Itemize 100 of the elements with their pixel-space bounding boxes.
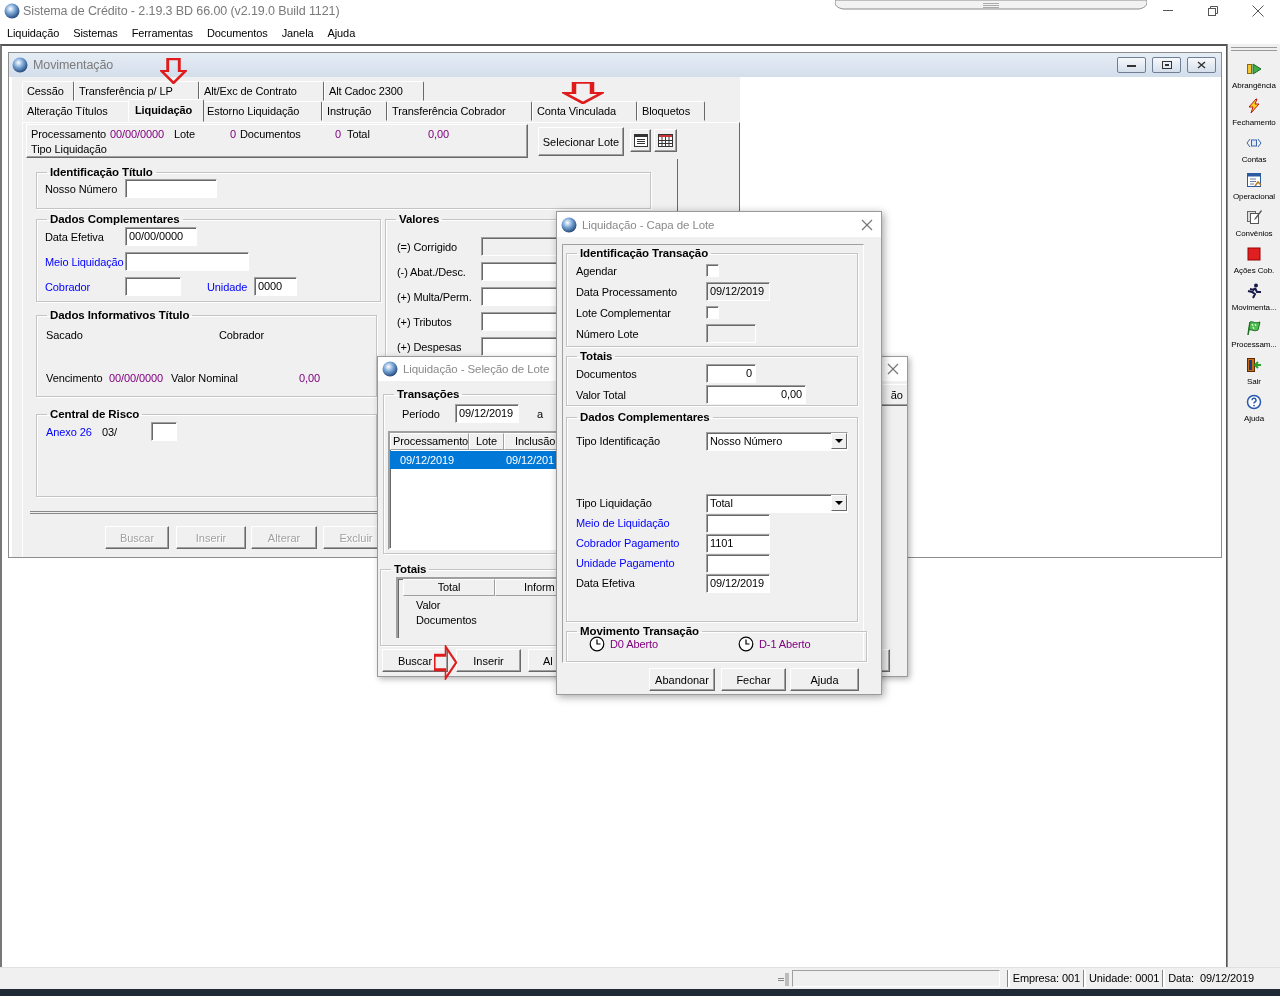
column-header[interactable]: Processamento	[390, 433, 469, 450]
text-field[interactable]	[125, 277, 181, 296]
field-label: Nosso Número	[45, 182, 118, 195]
field-link[interactable]: Cobrador Pagamento	[576, 537, 680, 549]
text-field[interactable]: 0000	[254, 277, 297, 296]
clock-icon	[589, 636, 605, 652]
running-figure-icon	[1246, 283, 1262, 299]
door-arrow-icon	[1246, 357, 1262, 373]
toolbar-button[interactable]: Sair	[1228, 355, 1280, 392]
tab[interactable]: Estorno Liquidação	[202, 101, 322, 121]
group-title: Dados Informativos Título	[49, 308, 191, 322]
menu-item[interactable]: Ferramentas	[124, 27, 200, 39]
dialog-button[interactable]: Abandonar	[649, 668, 715, 691]
checkbox[interactable]	[706, 306, 719, 319]
app-logo-icon	[561, 216, 577, 233]
text-field[interactable]	[706, 513, 770, 533]
field-link[interactable]: Anexo 26	[46, 425, 92, 438]
dropdown-field[interactable]: Total	[706, 493, 848, 513]
play-icon	[1246, 61, 1262, 77]
text-field[interactable]	[151, 422, 177, 441]
toolbar-button[interactable]: Fechamento	[1228, 96, 1280, 133]
number-field[interactable]: 0,00	[706, 385, 806, 404]
column-header: Total	[403, 579, 495, 596]
group-title: Movimento Transação	[579, 624, 700, 638]
text-field[interactable]	[706, 553, 770, 573]
text-field[interactable]: 09/12/2019	[706, 573, 770, 593]
restore-icon[interactable]	[1207, 6, 1218, 16]
list-icon	[633, 134, 648, 147]
grid-view-button[interactable]	[654, 129, 677, 152]
text-field[interactable]: 1101	[706, 533, 770, 553]
select-batch-button[interactable]: Selecionar Lote	[538, 127, 624, 156]
field-link[interactable]: Unidade	[207, 280, 248, 293]
column-header[interactable]: Lote	[469, 433, 504, 450]
toolbar-button[interactable]: Ações Cob.	[1228, 244, 1280, 281]
field-link[interactable]: Cobrador	[45, 280, 91, 293]
tab[interactable]: Bloquetos	[637, 101, 705, 121]
window-chart-icon	[1246, 172, 1262, 188]
toolbar-button[interactable]: Abrangência	[1228, 59, 1280, 96]
field-label: 03/	[102, 425, 117, 438]
dropdown-field[interactable]: Nosso Número	[706, 431, 848, 451]
menu-item[interactable]: Documentos	[199, 27, 275, 39]
field-label: Data Processamento	[576, 285, 677, 298]
menu-item[interactable]: Ajuda	[320, 27, 363, 39]
field-label: Lote Complementar	[576, 306, 671, 319]
number-field[interactable]: 0	[706, 364, 756, 383]
text-field[interactable]	[125, 179, 217, 198]
toolbar-button[interactable]: Movimenta...	[1228, 281, 1280, 318]
close-icon[interactable]	[861, 218, 873, 231]
toolbar-button[interactable]: Processam...	[1228, 318, 1280, 355]
caret-icon	[835, 501, 843, 505]
toolbar-button[interactable]: Ajuda	[1228, 392, 1280, 429]
field-link[interactable]: Meio de Liquidação	[576, 517, 670, 529]
list-view-button[interactable]	[630, 129, 651, 152]
action-button[interactable]: Buscar	[382, 649, 448, 672]
field-label: Período	[402, 407, 440, 420]
menu-item[interactable]: Liquidação	[0, 27, 67, 39]
tab[interactable]: Instrução	[322, 101, 387, 121]
toolbar-button[interactable]: Contas	[1228, 133, 1280, 170]
toolbar-button[interactable]: Convênios	[1228, 207, 1280, 244]
tab[interactable]: Alt Cadoc 2300	[324, 81, 424, 101]
summary-value: 0,00	[428, 128, 449, 140]
menu-item[interactable]: Janela	[274, 27, 321, 39]
group-title: Transações	[396, 387, 461, 401]
dialog-title: Liquidação - Capa de Lote	[582, 218, 715, 231]
minimize-icon[interactable]	[1162, 10, 1173, 12]
grip-icon	[777, 971, 790, 986]
tab[interactable]: Transferência p/ LP	[74, 81, 199, 101]
checkbox[interactable]	[706, 264, 719, 277]
restore-button[interactable]	[1152, 57, 1181, 73]
tab[interactable]: Conta Vinculada	[532, 101, 637, 121]
tab[interactable]: Cessão	[22, 81, 74, 101]
app-logo-icon	[4, 3, 20, 19]
field-link[interactable]: Meio Liquidação	[45, 255, 124, 268]
status-label: D0 Aberto	[610, 638, 659, 650]
drag-handle[interactable]	[835, 0, 1147, 11]
close-button[interactable]	[1187, 57, 1216, 73]
dialog-button[interactable]: Ajuda	[790, 668, 859, 691]
tab[interactable]: Transferência Cobrador	[387, 101, 532, 121]
tab[interactable]: Alteração Títulos	[22, 101, 130, 121]
dialog-button[interactable]: Fechar	[721, 668, 786, 691]
restore-icon	[1161, 61, 1172, 69]
group-title: Dados Complementares	[49, 212, 181, 226]
tab[interactable]: Alt/Exc de Contrato	[199, 81, 324, 101]
close-icon[interactable]	[887, 363, 899, 375]
text-field[interactable]: 00/00/0000	[125, 227, 197, 246]
field-label: (+) Despesas	[397, 340, 462, 353]
summary-value: 0	[334, 128, 341, 140]
action-button[interactable]: Inserir	[456, 649, 521, 672]
app-logo-icon	[12, 57, 28, 73]
date-field[interactable]: 09/12/2019	[455, 404, 519, 423]
text-field[interactable]	[125, 252, 249, 271]
tab[interactable]: Liquidação	[128, 99, 204, 122]
lightning-icon	[1246, 98, 1262, 114]
minimize-button[interactable]	[1117, 57, 1146, 73]
field-label: Vencimento	[46, 372, 103, 384]
toolbar-button[interactable]: Operacional	[1228, 170, 1280, 207]
menu-item[interactable]: Sistemas	[66, 27, 125, 39]
grip-icon[interactable]	[1231, 46, 1277, 52]
field-link[interactable]: Unidade Pagamento	[576, 557, 675, 569]
close-icon[interactable]	[1251, 5, 1264, 17]
